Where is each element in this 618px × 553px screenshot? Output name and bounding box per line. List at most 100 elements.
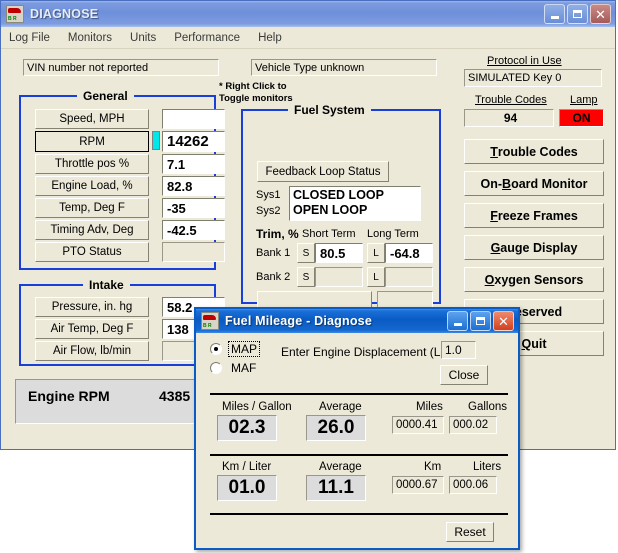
- general-row-3-button[interactable]: Engine Load, %: [35, 176, 149, 196]
- kml-avg-value: 11.1: [306, 475, 366, 501]
- bank1-short-button[interactable]: S: [297, 243, 315, 263]
- miles-value: 0000.41: [392, 416, 444, 434]
- trouble-codes-count-label: Trouble Codes: [475, 94, 547, 106]
- on-board-monitor-button[interactable]: On- Board Monitor: [464, 171, 604, 196]
- rpm-active-indicator: [152, 131, 160, 150]
- menu-help[interactable]: Help: [258, 32, 282, 44]
- trouble-codes-button[interactable]: Trouble Codes: [464, 139, 604, 164]
- general-row-0-button[interactable]: Speed, MPH: [35, 109, 149, 129]
- trouble-codes-count-value: 94: [464, 109, 554, 127]
- fuel-system-group-title: Fuel System: [288, 103, 371, 117]
- general-group: General Speed, MPH RPM 14262 Throttle po…: [19, 89, 225, 270]
- mpg-label: Miles / Gallon: [222, 401, 292, 413]
- mpg-value: 02.3: [217, 415, 277, 441]
- bank2-short-value: [315, 267, 363, 287]
- close-icon[interactable]: ✕: [590, 4, 611, 24]
- car-app-icon: [6, 5, 24, 23]
- general-row-6-value: [162, 242, 225, 262]
- intake-group: Intake Pressure, in. hg 58.2 Air Temp, D…: [19, 278, 225, 366]
- miles-label: Miles: [416, 401, 443, 413]
- short-term-label: Short Term: [302, 228, 356, 240]
- lamp-status-badge: ON: [559, 109, 604, 127]
- map-radio-option[interactable]: MAP: [210, 341, 261, 357]
- general-row-6-button[interactable]: PTO Status: [35, 242, 149, 262]
- map-radio-icon[interactable]: [210, 343, 222, 355]
- bank2-label: Bank 2: [256, 271, 291, 283]
- lamp-label: Lamp: [570, 94, 598, 106]
- general-row-0-value: [162, 109, 225, 129]
- menu-monitors[interactable]: Monitors: [68, 32, 112, 44]
- vehicle-type-field: Vehicle Type unknown: [251, 59, 437, 76]
- intake-row-1-button[interactable]: Air Temp, Deg F: [35, 319, 149, 339]
- general-row-5-value: -42.5: [162, 220, 225, 240]
- general-group-title: General: [77, 89, 134, 103]
- general-row-3-value: 82.8: [162, 176, 225, 196]
- bank1-short-value: 80.5: [315, 243, 363, 263]
- intake-row-2-button[interactable]: Air Flow, lb/min: [35, 341, 149, 361]
- minimize-icon[interactable]: [544, 4, 565, 24]
- menu-log-file[interactable]: Log File: [9, 32, 50, 44]
- maximize-icon[interactable]: [567, 4, 588, 24]
- fuel-system-group: Fuel System Feedback Loop Status Sys1 Sy…: [241, 103, 441, 311]
- freeze-frames-button[interactable]: Freeze Frames: [464, 203, 604, 228]
- general-row-4-value: -35: [162, 198, 225, 218]
- fuel-mileage-dialog: Fuel Mileage - Diagnose ✕ MAP MAF Enter …: [194, 307, 520, 550]
- gauge-display-button[interactable]: Gauge Display: [464, 235, 604, 260]
- bank1-long-button[interactable]: L: [367, 243, 385, 263]
- menu-units[interactable]: Units: [130, 32, 156, 44]
- maf-radio-option[interactable]: MAF: [210, 361, 259, 375]
- maf-radio-label: MAF: [231, 361, 257, 375]
- sys1-label: Sys1: [256, 189, 281, 201]
- bank2-long-button[interactable]: L: [367, 267, 385, 287]
- reset-button[interactable]: Reset: [446, 522, 494, 542]
- sys1-value: CLOSED LOOP: [293, 188, 384, 202]
- intake-row-0-button[interactable]: Pressure, in. hg: [35, 297, 149, 317]
- bank2-short-button[interactable]: S: [297, 267, 315, 287]
- general-row-2-button[interactable]: Throttle pos %: [35, 154, 149, 174]
- intake-group-title: Intake: [83, 278, 130, 292]
- kml-avg-label: Average: [319, 461, 362, 473]
- divider-bottom: [210, 513, 508, 515]
- minimize-icon[interactable]: [447, 311, 468, 331]
- trim-label: Trim, %: [256, 227, 299, 241]
- general-row-5-button[interactable]: Timing Adv, Deg: [35, 220, 149, 240]
- general-row-1-button[interactable]: RPM: [35, 131, 149, 152]
- mpg-avg-value: 26.0: [306, 415, 366, 441]
- long-term-label: Long Term: [367, 228, 419, 240]
- protocol-label: Protocol in Use: [487, 55, 562, 67]
- car-app-icon: [201, 312, 219, 330]
- general-row-4-button[interactable]: Temp, Deg F: [35, 198, 149, 218]
- trouble-codes-button-label-rest: rouble Codes: [497, 144, 578, 159]
- km-value: 0000.67: [392, 476, 444, 494]
- map-radio-label: MAP: [228, 341, 261, 357]
- sys2-label: Sys2: [256, 205, 281, 217]
- right-click-hint-line2: Toggle monitors: [219, 93, 293, 104]
- feedback-loop-status-button[interactable]: Feedback Loop Status: [257, 161, 389, 182]
- bank2-long-value: [385, 267, 433, 287]
- sys2-value: OPEN LOOP: [293, 203, 368, 217]
- general-row-2-value: 7.1: [162, 154, 225, 174]
- gallons-label: Gallons: [468, 401, 507, 413]
- gallons-value: 000.02: [449, 416, 497, 434]
- dialog-title: Fuel Mileage - Diagnose: [225, 314, 372, 328]
- status-bar-label: Engine RPM: [28, 388, 110, 404]
- displacement-input[interactable]: 1.0: [441, 341, 476, 359]
- fuel-loop-status-box: CLOSED LOOP OPEN LOOP: [289, 186, 421, 221]
- close-button[interactable]: Close: [440, 365, 488, 385]
- menu-bar: Log File Monitors Units Performance Help: [1, 27, 615, 49]
- main-titlebar[interactable]: DIAGNOSE ✕: [1, 1, 615, 27]
- maf-radio-icon[interactable]: [210, 362, 222, 374]
- liters-label: Liters: [473, 461, 502, 473]
- close-icon[interactable]: ✕: [493, 311, 514, 331]
- maximize-icon[interactable]: [470, 311, 491, 331]
- divider-top: [210, 393, 508, 395]
- liters-value: 000.06: [449, 476, 497, 494]
- mpg-avg-label: Average: [319, 401, 362, 413]
- main-window-title: DIAGNOSE: [30, 7, 99, 21]
- kml-label: Km / Liter: [222, 461, 272, 473]
- bank1-label: Bank 1: [256, 247, 291, 259]
- dialog-titlebar[interactable]: Fuel Mileage - Diagnose ✕: [196, 309, 518, 333]
- menu-performance[interactable]: Performance: [174, 32, 240, 44]
- protocol-value: SIMULATED Key 0: [464, 69, 602, 87]
- oxygen-sensors-button[interactable]: Oxygen Sensors: [464, 267, 604, 292]
